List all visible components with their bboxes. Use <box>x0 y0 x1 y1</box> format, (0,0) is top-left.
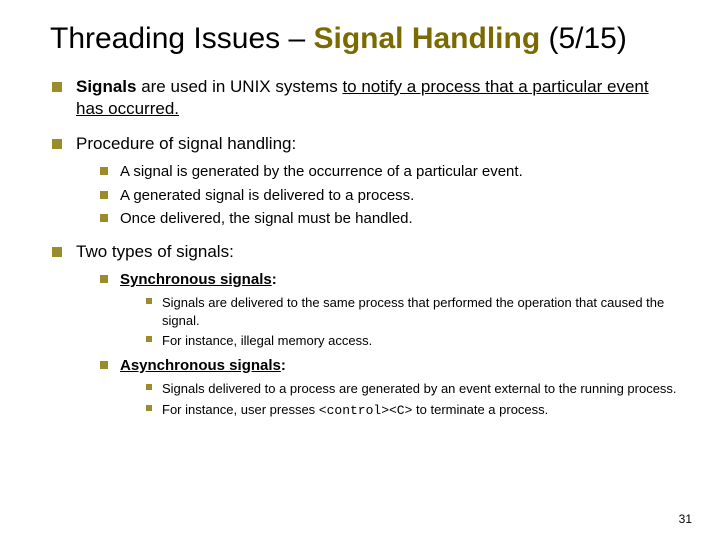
slide-title: Threading Issues – Signal Handling (5/15… <box>50 20 680 58</box>
procedure-step-2: A generated signal is delivered to a pro… <box>100 186 680 206</box>
procedure-step-3: Once delivered, the signal must be handl… <box>100 209 680 229</box>
async-detail-2: For instance, user presses <control><C> … <box>146 401 680 420</box>
procedure-sublist: A signal is generated by the occurrence … <box>76 162 680 229</box>
text: Signals are delivered to the same proces… <box>162 295 664 328</box>
text-async-colon: : <box>281 357 286 374</box>
sync-sublist: Signals are delivered to the same proces… <box>120 294 680 350</box>
text: A signal is generated by the occurrence … <box>120 163 523 180</box>
text-async-label: Asynchronous signals <box>120 357 281 374</box>
slide: Threading Issues – Signal Handling (5/15… <box>0 0 720 540</box>
types-sublist: Synchronous signals: Signals are deliver… <box>76 270 680 419</box>
text-signals-mid: are used in UNIX systems <box>136 77 342 96</box>
text-two-types: Two types of signals: <box>76 242 234 261</box>
bullet-list: Signals are used in UNIX systems to noti… <box>50 76 680 420</box>
type-asynchronous: Asynchronous signals: Signals delivered … <box>100 356 680 419</box>
title-text-2: (5/15) <box>540 22 627 55</box>
async-detail-1: Signals delivered to a process are gener… <box>146 380 680 398</box>
text-signals-word: Signals <box>76 77 136 96</box>
text: For instance, illegal memory access. <box>162 333 372 348</box>
text: A generated signal is delivered to a pro… <box>120 187 414 204</box>
text-async-ex-post: to terminate a process. <box>412 402 548 417</box>
title-accent: Signal Handling <box>313 22 540 55</box>
bullet-signals-definition: Signals are used in UNIX systems to noti… <box>50 76 680 122</box>
text: Once delivered, the signal must be handl… <box>120 210 413 227</box>
async-sublist: Signals delivered to a process are gener… <box>120 380 680 419</box>
text-procedure: Procedure of signal handling: <box>76 134 296 153</box>
title-text-1: Threading Issues – <box>50 22 313 55</box>
bullet-procedure: Procedure of signal handling: A signal i… <box>50 133 680 229</box>
text-sync-label: Synchronous signals <box>120 271 272 288</box>
procedure-step-1: A signal is generated by the occurrence … <box>100 162 680 182</box>
sync-detail-1: Signals are delivered to the same proces… <box>146 294 680 329</box>
text: Signals delivered to a process are gener… <box>162 381 677 396</box>
text-async-ex-pre: For instance, user presses <box>162 402 319 417</box>
text-sync-colon: : <box>272 271 277 288</box>
sync-detail-2: For instance, illegal memory access. <box>146 332 680 350</box>
text-async-ex-code: <control><C> <box>319 403 413 418</box>
bullet-two-types: Two types of signals: Synchronous signal… <box>50 241 680 419</box>
page-number: 31 <box>679 512 692 526</box>
type-synchronous: Synchronous signals: Signals are deliver… <box>100 270 680 350</box>
